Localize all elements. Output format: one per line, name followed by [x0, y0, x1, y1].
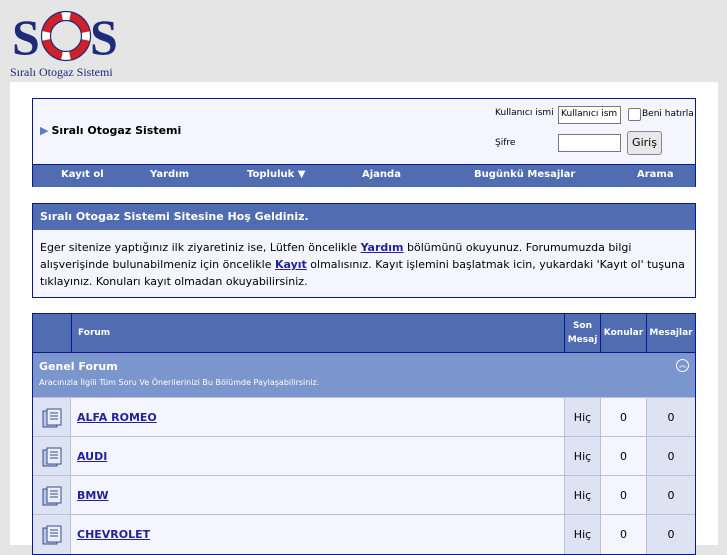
nav-register[interactable]: Kayıt ol — [61, 169, 104, 180]
forum-status-icon — [33, 476, 71, 515]
forum-last-post: Hiç — [564, 515, 600, 554]
nav-search[interactable]: Arama — [637, 169, 674, 180]
forum-posts: 0 — [646, 398, 695, 437]
nav-community-label: Topluluk — [247, 169, 295, 180]
header-posts: Mesajlar — [646, 314, 695, 352]
chevron-down-icon: ▼ — [297, 169, 306, 180]
forum-table-header: Forum Son Mesaj Konular Mesajlar — [33, 314, 695, 352]
collapse-icon[interactable]: ︽ — [676, 359, 689, 372]
nav-community[interactable]: Topluluk ▼ — [247, 169, 305, 180]
forum-status-icon — [33, 437, 71, 476]
site-name[interactable]: ▶ Sıralı Otogaz Sistemi — [40, 124, 181, 137]
password-label: Şifre — [495, 138, 516, 148]
forum-status-icon — [33, 515, 71, 554]
forum-name-cell: ALFA ROMEO — [71, 398, 564, 437]
help-link[interactable]: Yardım — [361, 241, 404, 254]
welcome-title: Sıralı Otogaz Sistemi Sitesine Hoş Geldi… — [33, 204, 695, 230]
sos-logo[interactable]: S S Sıralı Otogaz Sistemi — [8, 4, 132, 80]
welcome-box: Sıralı Otogaz Sistemi Sitesine Hoş Geldi… — [32, 203, 696, 298]
category-description: Aracınızla İlgili Tüm Soru Ve Önerilerin… — [39, 378, 320, 387]
forum-threads: 0 — [600, 398, 646, 437]
remember-label: Beni hatırla — [642, 109, 694, 119]
password-input[interactable] — [558, 134, 621, 152]
header-threads: Konular — [600, 314, 646, 352]
site-icon: ▶ — [40, 124, 49, 137]
forum-last-post: Hiç — [564, 437, 600, 476]
logo-tagline: Sıralı Otogaz Sistemi — [10, 65, 113, 79]
page-content: ▶ Sıralı Otogaz Sistemi Kullanıcı ismi Ku… — [10, 82, 718, 555]
forum-posts: 0 — [646, 476, 695, 515]
forum-posts: 0 — [646, 437, 695, 476]
category-title[interactable]: Genel Forum — [39, 360, 118, 373]
register-link[interactable]: Kayıt — [275, 258, 307, 271]
header-last-post: Son Mesaj — [564, 314, 600, 352]
nav-today-posts[interactable]: Bugünkü Mesajlar — [474, 169, 575, 180]
forum-last-post: Hiç — [564, 476, 600, 515]
forum-row: ALFA ROMEO Hiç 0 0 — [33, 397, 695, 437]
login-button[interactable]: Giriş — [627, 131, 662, 155]
forum-name-cell: AUDI — [71, 437, 564, 476]
forum-table: Forum Son Mesaj Konular Mesajlar Genel Fo… — [32, 313, 696, 555]
svg-text:S: S — [90, 9, 118, 65]
forum-name-cell: CHEVROLET — [71, 515, 564, 554]
forum-status-icon — [33, 398, 71, 437]
navbar: Kayıt ol Yardım Topluluk ▼ Ajanda Bugünk… — [33, 164, 695, 187]
forum-row: AUDI Hiç 0 0 — [33, 436, 695, 476]
forum-threads: 0 — [600, 437, 646, 476]
forum-link[interactable]: CHEVROLET — [77, 528, 150, 541]
forum-row: CHEVROLET Hiç 0 0 — [33, 514, 695, 554]
forum-threads: 0 — [600, 476, 646, 515]
forum-row: BMW Hiç 0 0 — [33, 475, 695, 515]
forum-link[interactable]: BMW — [77, 489, 108, 502]
login-bar: ▶ Sıralı Otogaz Sistemi Kullanıcı ismi Ku… — [32, 98, 696, 187]
svg-text:S: S — [12, 9, 40, 65]
username-input[interactable]: Kullanıcı ism — [558, 106, 621, 124]
site-header: S S Sıralı Otogaz Sistemi — [0, 0, 727, 82]
welcome-text: Eger sitenize yaptığınız ilk ziyaretiniz… — [40, 241, 685, 288]
forum-link[interactable]: ALFA ROMEO — [77, 411, 157, 424]
remember-checkbox[interactable] — [628, 108, 641, 121]
category-row: Genel Forum Aracınızla İlgili Tüm Soru V… — [33, 352, 695, 398]
forum-name-cell: BMW — [71, 476, 564, 515]
header-icon-col — [33, 314, 71, 352]
forum-posts: 0 — [646, 515, 695, 554]
header-forum: Forum — [71, 314, 564, 352]
forum-link[interactable]: AUDI — [77, 450, 107, 463]
username-label: Kullanıcı ismi — [495, 108, 554, 118]
nav-calendar[interactable]: Ajanda — [362, 169, 401, 180]
forum-threads: 0 — [600, 515, 646, 554]
nav-help[interactable]: Yardım — [150, 169, 189, 180]
forum-last-post: Hiç — [564, 398, 600, 437]
